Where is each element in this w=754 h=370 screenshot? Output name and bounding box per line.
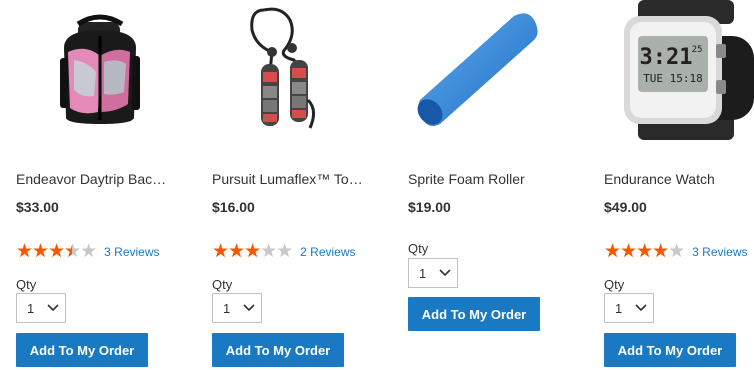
resistance-bands-image[interactable] [212,0,402,150]
product-price: $49.00 [604,199,647,215]
product-rating: ★★★★★ ★★★★★ 3 Reviews [16,241,160,262]
watch-time: 3:21 [640,45,693,70]
product-rating: ★★★★★ ★★★★★ 3 Reviews [604,241,748,262]
add-to-order-button[interactable]: Add To My Order [16,333,148,367]
product-name[interactable]: Endurance Watch [604,170,754,188]
foam-roller-image[interactable] [408,0,598,150]
qty-value: 1 [615,301,623,316]
rating-stars: ★★★★★ ★★★★★ [212,241,293,262]
qty-select[interactable]: 1 [604,293,654,323]
product-name[interactable]: Endeavor Daytrip Bac… [16,170,176,188]
reviews-link[interactable]: 3 Reviews [692,245,747,259]
chevron-down-icon [635,304,647,312]
reviews-link[interactable]: 2 Reviews [300,245,355,259]
qty-label: Qty [604,277,625,292]
rating-stars-fill: ★★★★★ [16,243,72,261]
product-rating: ★★★★★ ★★★★★ 2 Reviews [212,241,356,262]
product-card-backpack: Endeavor Daytrip Bac… $33.00 ★★★★★ ★★★★★… [16,0,206,370]
product-price: $16.00 [212,199,255,215]
qty-value: 1 [223,301,231,316]
watch-seconds: 25 [692,45,703,55]
watch-image[interactable]: 3:21 25 TUE 15:18 [604,0,754,150]
product-card-lumaflex: Pursuit Lumaflex™ To… $16.00 ★★★★★ ★★★★★… [212,0,402,370]
qty-select[interactable]: 1 [16,293,66,323]
add-to-order-button[interactable]: Add To My Order [408,297,540,331]
rating-stars: ★★★★★ ★★★★★ [604,241,685,262]
chevron-down-icon [439,269,451,277]
backpack-image[interactable] [16,0,206,150]
qty-label: Qty [408,241,429,256]
product-card-foam-roller: Sprite Foam Roller $19.00 Qty 1 Add To M… [408,0,598,370]
product-price: $19.00 [408,199,451,215]
chevron-down-icon [243,304,255,312]
add-to-order-button[interactable]: Add To My Order [212,333,344,367]
qty-value: 1 [27,301,35,316]
rating-stars-fill: ★★★★★ [212,243,261,261]
chevron-down-icon [47,304,59,312]
product-card-watch: 3:21 25 TUE 15:18 Endurance Watch $49.00… [604,0,754,370]
add-to-order-button[interactable]: Add To My Order [604,333,736,367]
rating-stars: ★★★★★ ★★★★★ [16,241,97,262]
qty-label: Qty [212,277,233,292]
qty-select[interactable]: 1 [408,258,458,288]
qty-select[interactable]: 1 [212,293,262,323]
product-price: $33.00 [16,199,59,215]
rating-stars-fill: ★★★★★ [604,243,669,261]
qty-value: 1 [419,266,427,281]
product-name[interactable]: Sprite Foam Roller [408,170,568,188]
qty-label: Qty [16,277,37,292]
product-name[interactable]: Pursuit Lumaflex™ To… [212,170,372,188]
watch-sub: TUE 15:18 [643,72,703,85]
reviews-link[interactable]: 3 Reviews [104,245,159,259]
